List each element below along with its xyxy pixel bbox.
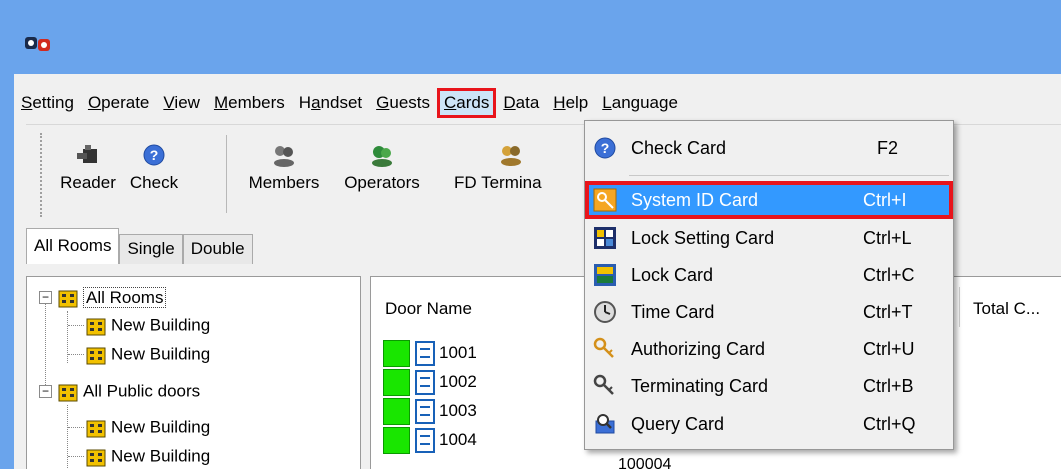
- tree-node-building[interactable]: New Building: [85, 413, 210, 441]
- toolbar-separator: [226, 135, 227, 213]
- query-icon: [595, 414, 615, 434]
- menu-separator: [629, 175, 949, 176]
- tab-single[interactable]: Single: [119, 234, 183, 264]
- menu-data[interactable]: Data: [496, 88, 546, 118]
- lock-setting-icon: [594, 227, 616, 249]
- menu-item-time-card[interactable]: Time Card Ctrl+T: [587, 295, 951, 329]
- status-indicator: [383, 339, 410, 367]
- question-icon: ?: [594, 137, 616, 159]
- building-tree: − All Rooms New Building New Building − …: [26, 276, 361, 469]
- collapse-toggle[interactable]: −: [39, 385, 52, 398]
- terminate-keys-icon: [593, 374, 614, 395]
- menu-members[interactable]: Members: [207, 88, 292, 118]
- members-icon: [274, 146, 294, 167]
- card-reader-icon: [77, 145, 97, 163]
- fd-terminal-icon: [501, 146, 521, 166]
- menu-handset[interactable]: Handset: [292, 88, 369, 118]
- menu-operate[interactable]: Operate: [81, 88, 156, 118]
- operators-icon: [372, 146, 392, 167]
- cards-dropdown-menu: ? Check Card F2 System ID Card Ctrl+I Lo…: [584, 120, 954, 450]
- menu-item-lock-card[interactable]: Lock Card Ctrl+C: [587, 258, 951, 292]
- menu-item-terminating-card[interactable]: Terminating Card Ctrl+B: [587, 369, 951, 403]
- room-card-value: 100004: [618, 456, 672, 469]
- reader-button[interactable]: Reader: [56, 143, 120, 213]
- check-button[interactable]: ? Check: [122, 143, 186, 213]
- question-icon: ?: [143, 144, 165, 166]
- building-icon: [58, 384, 78, 402]
- tree-node-all-rooms[interactable]: All Rooms: [57, 283, 167, 311]
- menu-bar: Setting Operate View Members Handset Gue…: [14, 88, 685, 118]
- building-icon: [86, 347, 106, 365]
- door-icon: [415, 398, 435, 424]
- tab-all-rooms[interactable]: All Rooms: [26, 228, 120, 264]
- tab-double[interactable]: Double: [182, 234, 253, 264]
- column-header-door-name[interactable]: Door Name: [385, 299, 472, 319]
- menu-setting[interactable]: Setting: [14, 88, 81, 118]
- fd-terminal-button[interactable]: FD Termina: [436, 143, 586, 213]
- menu-item-check-card[interactable]: ? Check Card F2: [587, 131, 951, 165]
- tree-node-building[interactable]: New Building: [85, 340, 210, 368]
- svg-text:?: ?: [601, 140, 610, 156]
- menu-item-authorizing-card[interactable]: Authorizing Card Ctrl+U: [587, 332, 951, 366]
- table-row[interactable]: 1003: [383, 397, 477, 425]
- title-bar: [0, 0, 1061, 74]
- building-icon: [86, 420, 106, 438]
- menu-cards[interactable]: Cards: [437, 88, 497, 118]
- tree-node-building[interactable]: New Building: [85, 311, 210, 339]
- table-row[interactable]: 1004: [383, 426, 477, 454]
- menu-language[interactable]: Language: [595, 88, 685, 118]
- door-icon: [415, 427, 435, 453]
- tree-connector: [68, 427, 84, 428]
- toolbar-grip[interactable]: [40, 133, 42, 217]
- members-button[interactable]: Members: [238, 143, 330, 213]
- tree-node-public-doors[interactable]: All Public doors: [57, 377, 200, 405]
- tree-connector: [68, 325, 84, 326]
- collapse-toggle[interactable]: −: [39, 291, 52, 304]
- tree-connector: [67, 405, 68, 469]
- menu-item-query-card[interactable]: Query Card Ctrl+Q: [587, 407, 951, 441]
- menu-item-system-id-card[interactable]: System ID Card Ctrl+I: [585, 181, 953, 219]
- column-header-total[interactable]: Total C...: [973, 299, 1040, 319]
- operators-button[interactable]: Operators: [332, 143, 432, 213]
- clock-icon: [594, 301, 616, 323]
- tree-connector: [68, 456, 84, 457]
- status-indicator: [383, 426, 410, 454]
- menu-guests[interactable]: Guests: [369, 88, 437, 118]
- status-indicator: [383, 397, 410, 425]
- tree-connector: [67, 311, 68, 363]
- svg-text:?: ?: [150, 147, 159, 163]
- building-icon: [86, 318, 106, 336]
- menu-help[interactable]: Help: [546, 88, 595, 118]
- building-icon: [58, 290, 78, 308]
- key-icon: [593, 188, 617, 212]
- column-divider[interactable]: [959, 287, 960, 327]
- menu-item-lock-setting-card[interactable]: Lock Setting Card Ctrl+L: [587, 221, 951, 255]
- table-row[interactable]: 1001: [383, 339, 477, 367]
- door-icon: [415, 369, 435, 395]
- room-tabs: All Rooms Single Double: [26, 228, 253, 264]
- status-indicator: [383, 368, 410, 396]
- app-logo-icon: [25, 37, 50, 51]
- lock-card-icon: [594, 264, 616, 286]
- authorize-keys-icon: [593, 337, 614, 358]
- table-row[interactable]: 1002: [383, 368, 477, 396]
- menu-view[interactable]: View: [156, 88, 207, 118]
- tree-node-building[interactable]: New Building: [85, 442, 210, 469]
- building-icon: [86, 449, 106, 467]
- door-icon: [415, 340, 435, 366]
- tree-connector: [68, 354, 84, 355]
- tree-connector: [45, 297, 46, 385]
